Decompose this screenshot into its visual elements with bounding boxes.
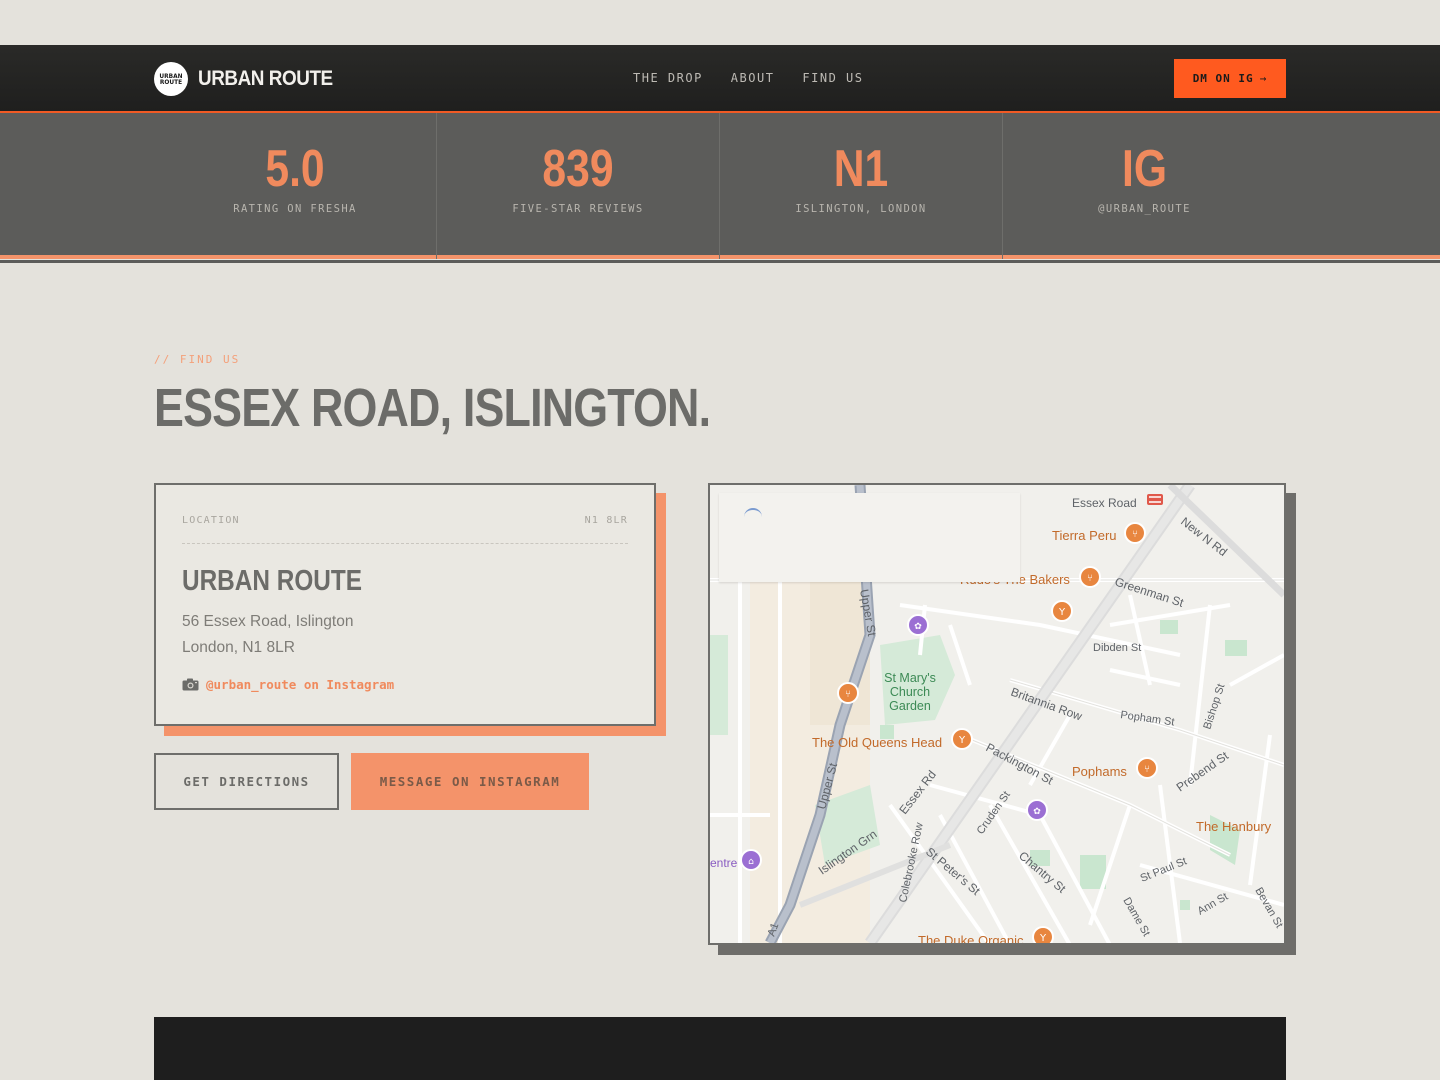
stats-band: 5.0 RATING ON FRESHA 839 FIVE-STAR REVIE… <box>0 113 1440 263</box>
stat-label: FIVE-STAR REVIEWS <box>512 203 644 215</box>
map-label-hanbury: The Hanbury <box>1196 819 1272 834</box>
shopping-pin-icon[interactable]: ✿ <box>1026 799 1048 821</box>
svg-text:✿: ✿ <box>1033 807 1041 817</box>
restaurant-pin-icon[interactable]: ⑂ <box>837 682 859 704</box>
svg-text:⑂: ⑂ <box>1087 573 1093 584</box>
map-info-overlay <box>719 493 1020 582</box>
postcode: N1 8LR <box>584 515 628 526</box>
stat-instagram: IG @URBAN_ROUTE <box>1003 113 1286 259</box>
section-eyebrow: // FIND US <box>154 353 241 366</box>
restaurant-pin-icon[interactable]: ⑂ <box>1124 522 1146 544</box>
address-line-1: 56 Essex Road, Islington <box>182 613 354 630</box>
rail-station-icon <box>1147 494 1163 505</box>
address: 56 Essex Road, Islington London, N1 8LR <box>182 609 353 661</box>
address-line-2: London, N1 8LR <box>182 639 295 656</box>
map-label-church: Church <box>890 685 930 699</box>
stat-value: N1 <box>833 140 889 198</box>
map-label-tierra-peru: Tierra Peru <box>1052 528 1117 543</box>
stat-reviews: 839 FIVE-STAR REVIEWS <box>437 113 720 259</box>
nav-item-find-us[interactable]: FIND US <box>802 71 863 85</box>
brand-name: URBAN ROUTE <box>198 67 333 90</box>
main-nav: THE DROP ABOUT FIND US <box>633 71 864 85</box>
svg-text:Y: Y <box>1039 933 1047 943</box>
bar-pin-icon[interactable]: Y <box>951 728 973 750</box>
landmark-pin-icon[interactable]: ⌂ <box>740 849 762 871</box>
map-label-pophams: Pophams <box>1072 764 1127 779</box>
location-card: LOCATION N1 8LR URBAN ROUTE 56 Essex Roa… <box>154 483 656 726</box>
nav-item-the-drop[interactable]: THE DROP <box>633 71 703 85</box>
logo[interactable]: URBAN ROUTE URBAN ROUTE <box>154 62 348 96</box>
map-label-centre: entre <box>710 856 738 870</box>
map-label-dibden: Dibden St <box>1093 642 1141 654</box>
stat-value: 5.0 <box>265 140 325 198</box>
message-on-instagram-button[interactable]: MESSAGE ON INSTAGRAM <box>351 753 589 810</box>
stat-value: IG <box>1121 140 1168 198</box>
stat-location: N1 ISLINGTON, LONDON <box>720 113 1003 259</box>
svg-text:⑂: ⑂ <box>1144 764 1150 775</box>
shopping-pin-icon[interactable]: ✿ <box>907 614 929 636</box>
map-label-duke: The Duke Organic <box>918 933 1024 943</box>
location-label: LOCATION <box>182 515 240 526</box>
svg-text:⑂: ⑂ <box>1132 529 1138 540</box>
map-label-st-marys: St Mary's <box>884 671 936 685</box>
arrow-right-icon: → <box>1259 72 1268 85</box>
stat-label[interactable]: @URBAN_ROUTE <box>1003 203 1286 215</box>
camera-icon <box>182 678 199 691</box>
restaurant-pin-icon[interactable]: ⑂ <box>1079 566 1101 588</box>
embedded-map[interactable]: Essex Road New N Rd Greenman St Upper St… <box>708 483 1286 945</box>
svg-text:Y: Y <box>958 735 966 746</box>
svg-text:⑂: ⑂ <box>845 689 851 700</box>
svg-text:Y: Y <box>1058 607 1066 618</box>
dm-on-ig-label: DM ON IG <box>1192 72 1254 85</box>
divider <box>182 543 628 544</box>
section-title: ESSEX ROAD, ISLINGTON. <box>154 378 711 438</box>
bar-pin-icon[interactable]: Y <box>1051 600 1073 622</box>
map-label-essex-road-station: Essex Road <box>1072 496 1137 510</box>
site-header: URBAN ROUTE URBAN ROUTE THE DROP ABOUT F… <box>0 45 1440 113</box>
svg-text:⌂: ⌂ <box>748 857 754 867</box>
instagram-handle: @urban_route on Instagram <box>206 677 395 692</box>
dark-section <box>154 1017 1286 1080</box>
loading-spinner-icon <box>744 508 762 526</box>
card-meta: LOCATION N1 8LR <box>182 515 628 526</box>
map-label-garden: Garden <box>889 699 931 713</box>
get-directions-button[interactable]: GET DIRECTIONS <box>154 753 339 810</box>
bar-pin-icon[interactable]: Y <box>1032 926 1054 943</box>
stat-label: ISLINGTON, LONDON <box>795 203 927 215</box>
instagram-link[interactable]: @urban_route on Instagram <box>182 677 394 692</box>
stat-rating: 5.0 RATING ON FRESHA <box>154 113 437 259</box>
nav-item-about[interactable]: ABOUT <box>731 71 775 85</box>
logo-mark: URBAN ROUTE <box>154 62 188 96</box>
map-label-old-queens: The Old Queens Head <box>812 735 942 750</box>
stat-value: 839 <box>542 140 614 198</box>
stat-label: RATING ON FRESHA <box>233 203 357 215</box>
svg-text:✿: ✿ <box>914 622 922 632</box>
restaurant-pin-icon[interactable]: ⑂ <box>1136 757 1158 779</box>
dm-on-ig-button[interactable]: DM ON IG → <box>1174 59 1286 98</box>
business-name: URBAN ROUTE <box>182 565 362 597</box>
